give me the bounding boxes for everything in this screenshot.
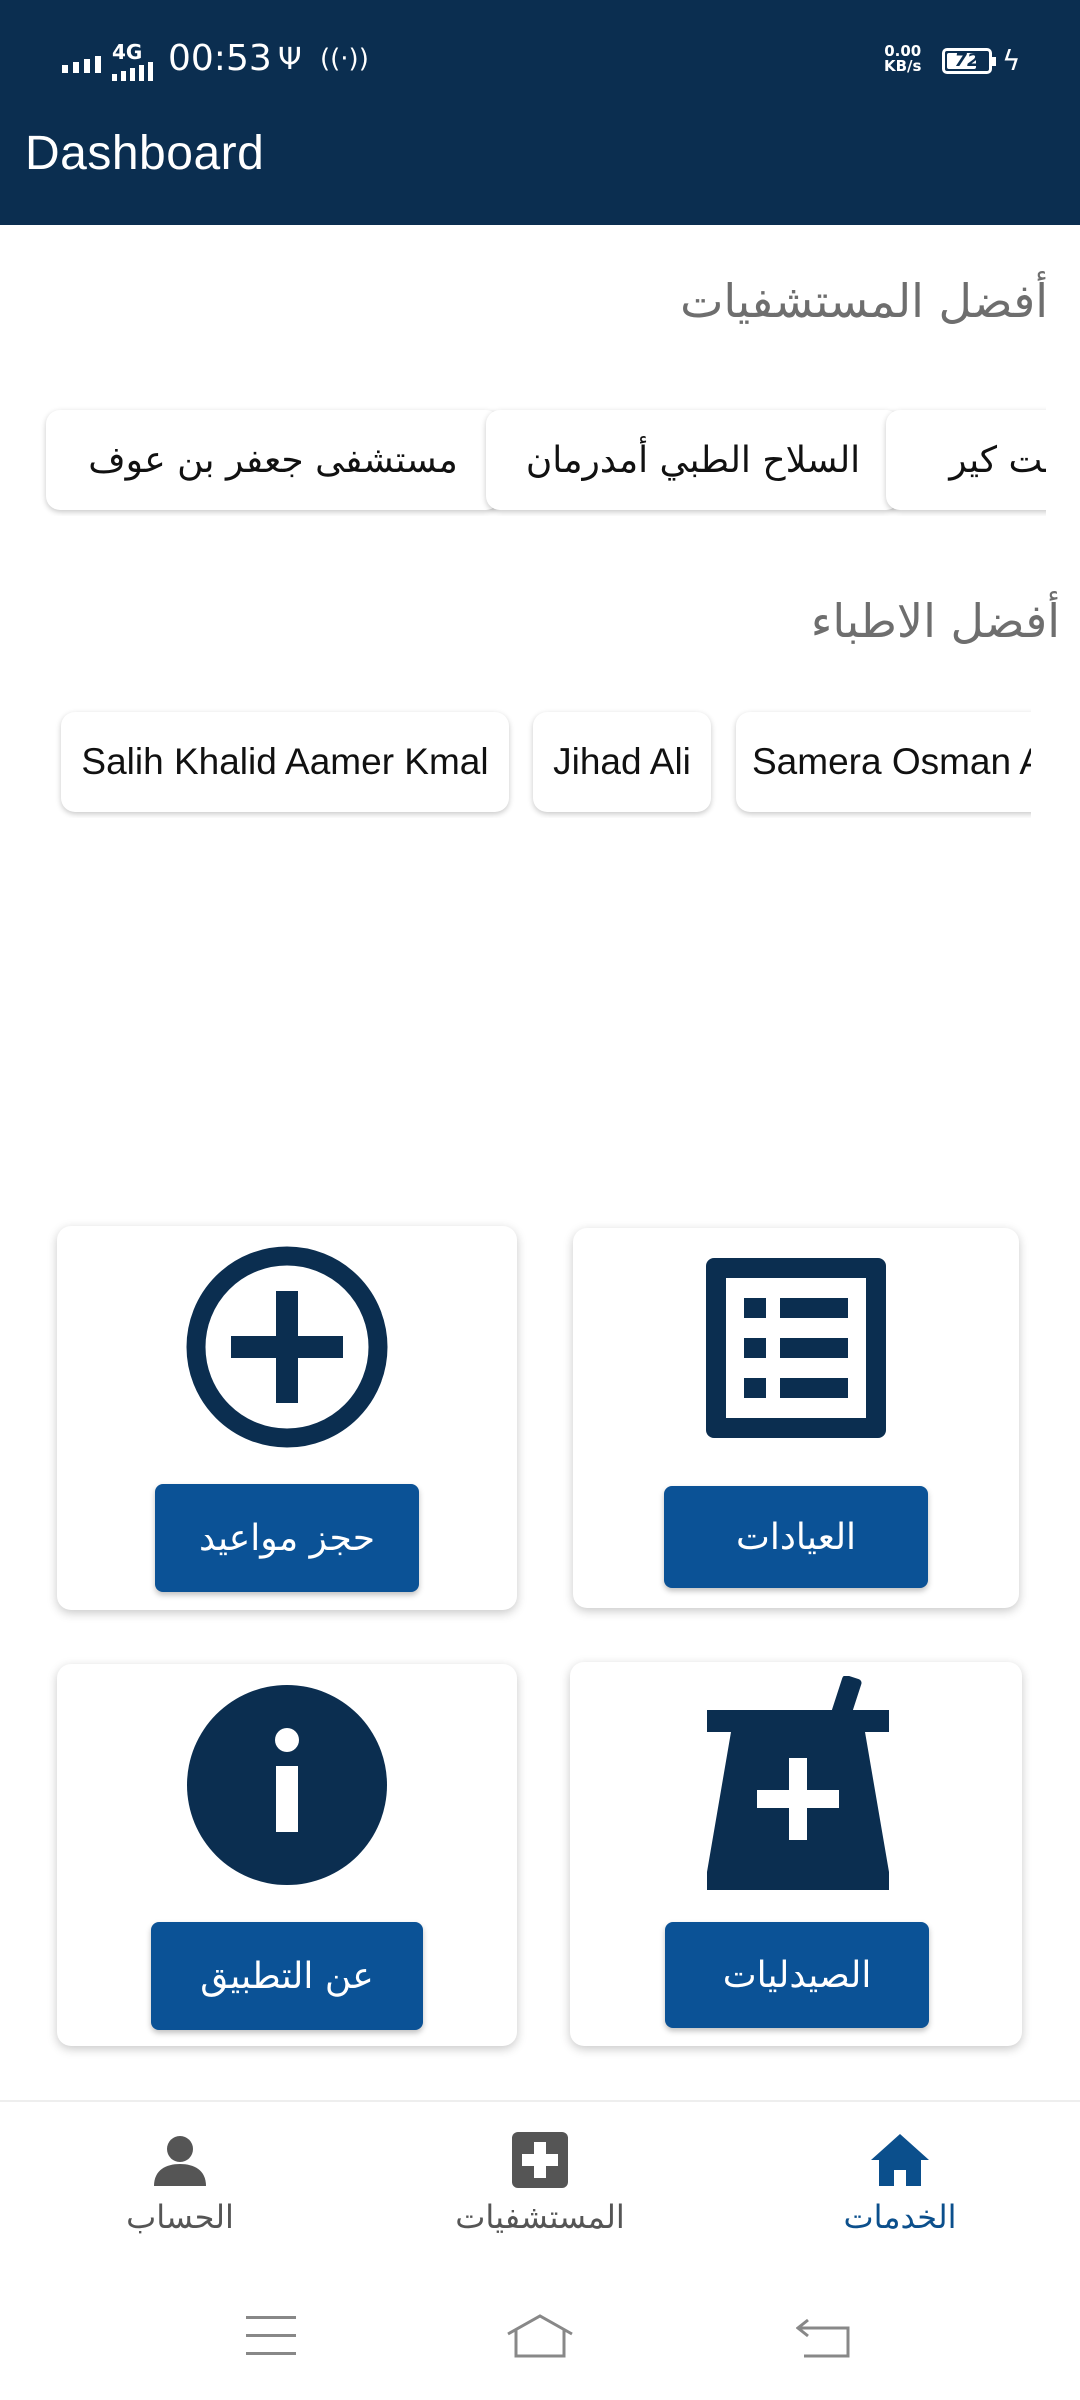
mortar-pestle-plus-icon — [707, 1676, 889, 1890]
booking-button[interactable]: حجز مواعيد — [155, 1484, 419, 1592]
hospital-chip[interactable]: بست كير — [886, 410, 1046, 510]
nav-services[interactable]: الخدمات — [750, 2132, 1050, 2236]
charging-icon: ϟ — [1002, 44, 1021, 77]
list-icon — [706, 1258, 886, 1438]
clinics-button[interactable]: العيادات — [664, 1486, 928, 1588]
nav-services-label: الخدمات — [843, 2198, 957, 2236]
nav-hospitals[interactable]: المستشفيات — [390, 2132, 690, 2236]
booking-card[interactable]: حجز مواعيد — [57, 1226, 517, 1610]
hospitals-section-title: أفضل المستشفيات — [680, 274, 1048, 328]
nav-account-label: الحساب — [126, 2198, 234, 2236]
about-button[interactable]: عن التطبيق — [151, 1922, 423, 2030]
battery-percent: 72 — [954, 50, 980, 71]
hospital-chip[interactable]: السلاح الطبي أمدرمان — [486, 410, 900, 510]
doctor-chip[interactable]: Samera Osman A — [736, 712, 1031, 812]
hospitals-row[interactable]: مستشفى جعفر بن عوف السلاح الطبي أمدرمان … — [40, 404, 1046, 516]
clinics-card[interactable]: العيادات — [573, 1228, 1019, 1608]
app-bar: 4G 00:53 Ψ ((·)) 0.00 KB/s 72 ϟ Dashboar… — [0, 0, 1080, 225]
network-speed-unit: KB/s — [884, 57, 922, 75]
system-navigation-bar — [0, 2272, 1080, 2400]
hotspot-icon: ((·)) — [320, 44, 369, 74]
battery-icon: 72 — [942, 48, 996, 74]
info-icon — [187, 1685, 387, 1885]
page-title: Dashboard — [25, 127, 265, 180]
pharmacies-card[interactable]: الصيدليات — [570, 1662, 1022, 2046]
hospital-chip[interactable]: مستشفى جعفر بن عوف — [46, 410, 500, 510]
network-type: 4G — [112, 40, 143, 64]
status-time: 00:53 — [168, 38, 272, 79]
network-speed: 0.00 KB/s — [884, 44, 921, 74]
status-bar: 4G 00:53 Ψ ((·)) 0.00 KB/s 72 ϟ — [0, 0, 1080, 120]
home-icon — [871, 2134, 929, 2186]
plus-circle-icon — [186, 1246, 388, 1448]
home-system-icon[interactable] — [504, 2314, 576, 2358]
nav-hospitals-label: المستشفيات — [455, 2198, 625, 2236]
about-card[interactable]: عن التطبيق — [57, 1664, 517, 2046]
medical-cross-icon — [512, 2132, 568, 2188]
doctors-row[interactable]: Salih Khalid Aamer Kmal Jihad Ali Samera… — [55, 706, 1031, 818]
bottom-navigation: الحساب المستشفيات الخدمات — [0, 2100, 1080, 2272]
doctor-chip[interactable]: Salih Khalid Aamer Kmal — [61, 712, 509, 812]
doctor-chip[interactable]: Jihad Ali — [533, 712, 711, 812]
nav-account[interactable]: الحساب — [30, 2132, 330, 2236]
pharmacies-button[interactable]: الصيدليات — [665, 1922, 929, 2028]
dashboard-screen: 4G 00:53 Ψ ((·)) 0.00 KB/s 72 ϟ Dashboar… — [0, 0, 1080, 2400]
signal-2-icon — [112, 62, 153, 81]
doctors-section-title: أفضل الاطباء — [810, 594, 1060, 648]
back-icon[interactable] — [796, 2316, 852, 2360]
usb-icon: Ψ — [278, 42, 302, 77]
person-icon — [154, 2136, 206, 2186]
signal-icon — [62, 56, 101, 73]
menu-icon[interactable] — [244, 2314, 298, 2358]
